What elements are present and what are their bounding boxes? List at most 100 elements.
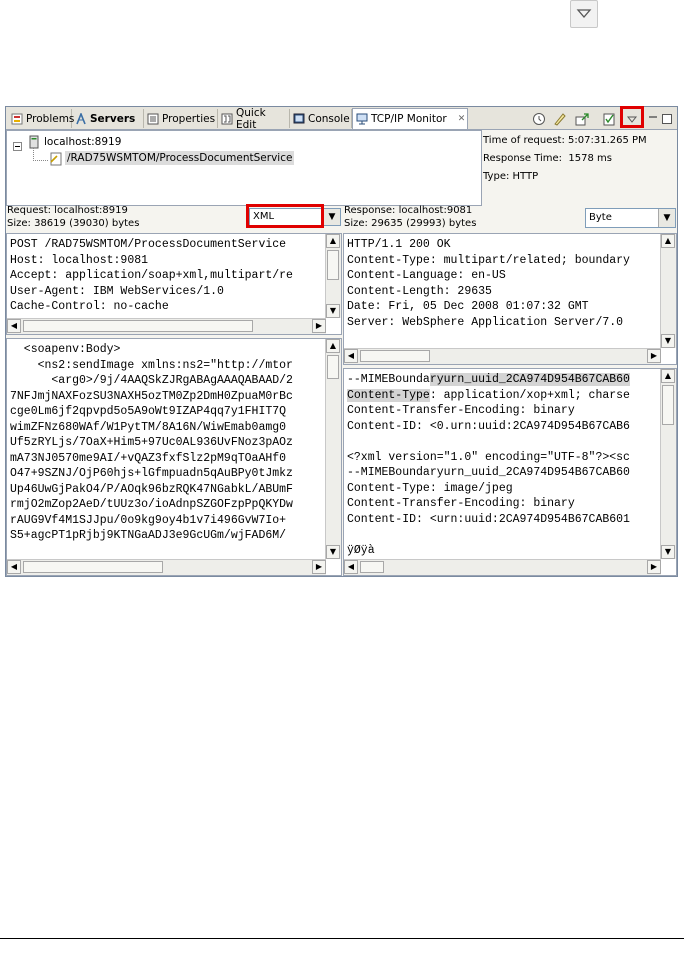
- text-line: ÿØÿà: [347, 543, 375, 557]
- close-icon[interactable]: ✕: [458, 114, 466, 124]
- vertical-scrollbar[interactable]: ▲ ▼: [325, 234, 341, 318]
- scroll-right-icon[interactable]: ▶: [312, 560, 326, 574]
- tree-host-label[interactable]: localhost:8919: [44, 136, 121, 148]
- connection-tree: localhost:8919 /RAD75WSMTOM/ProcessDocum…: [6, 130, 482, 206]
- text-line: O47+9SZNJ/OjP60hjs+lGfmpuadn5qAuBPy0tJmk…: [10, 467, 293, 480]
- scroll-up-icon[interactable]: ▲: [661, 369, 675, 383]
- highlight-box-view-menu: [620, 106, 644, 128]
- text-line: Content-Transfer-Encoding: binary: [347, 497, 575, 510]
- text-line: Server: WebSphere Application Server/7.0: [347, 315, 624, 329]
- request-headers-text: POST /RAD75WSMTOM/ProcessDocumentService…: [10, 237, 293, 315]
- text-line: HTTP/1.1 200 OK: [347, 238, 451, 251]
- connection-type: Type: HTTP: [483, 171, 539, 182]
- response-headers-pane[interactable]: HTTP/1.1 200 OK Content-Type: multipart/r…: [343, 233, 677, 365]
- horizontal-scrollbar[interactable]: ◀ ▶: [7, 559, 326, 575]
- tab-properties[interactable]: Properties: [144, 109, 218, 128]
- text-line: Content-Type: multipart/related; boundar…: [347, 253, 630, 267]
- problems-icon: [11, 113, 23, 125]
- tab-quick-edit[interactable]: Quick Edit: [218, 107, 290, 131]
- tab-servers[interactable]: Servers: [72, 109, 144, 128]
- text-line: Accept: application/soap+xml,multipart/r…: [10, 269, 293, 282]
- scroll-up-icon[interactable]: ▲: [326, 339, 340, 353]
- tree-connector: [33, 148, 48, 161]
- response-headers-text: HTTP/1.1 200 OK Content-Type: multipart/r…: [347, 237, 630, 330]
- vertical-scrollbar[interactable]: ▲ ▼: [325, 339, 341, 559]
- response-format-select[interactable]: Byte ▼: [585, 208, 676, 228]
- response-header-label: Response: localhost:9081: [344, 205, 473, 216]
- properties-check-icon[interactable]: [602, 111, 618, 126]
- text-line: rmjO2mZop2AeD/tUUz3o/ioAdnpSZGOFzpPpQKYD…: [10, 498, 293, 511]
- request-icon: [49, 151, 63, 170]
- view-menu-icon[interactable]: [570, 0, 598, 28]
- text-line: Content-ID: <0.urn:uuid:2CA974D954B67CAB…: [347, 419, 630, 433]
- scrollbar-thumb[interactable]: [327, 250, 339, 280]
- page-divider: [0, 938, 684, 939]
- chevron-down-icon[interactable]: ▼: [658, 209, 675, 227]
- scroll-right-icon[interactable]: ▶: [312, 319, 326, 333]
- maximize-icon[interactable]: [661, 111, 677, 125]
- scroll-down-icon[interactable]: ▼: [326, 304, 340, 318]
- console-icon: [293, 113, 305, 125]
- request-header-label: Request: localhost:8919: [7, 205, 128, 216]
- text-line: rAUG9Vf4M1SJJpu/0o9kg9oy4b1v7i496GvW7Io+: [10, 513, 287, 527]
- text-line: Content-Language: en-US: [347, 269, 506, 282]
- scroll-down-icon[interactable]: ▼: [661, 545, 675, 559]
- scrollbar-thumb[interactable]: [360, 350, 430, 362]
- request-headers-pane[interactable]: POST /RAD75WSMTOM/ProcessDocumentService…: [6, 233, 342, 335]
- text-line: Date: Fri, 05 Dec 2008 01:07:32 GMT: [347, 300, 589, 313]
- clear-icon[interactable]: [552, 111, 568, 126]
- tab-label: Console: [308, 112, 350, 125]
- scroll-down-icon[interactable]: ▼: [661, 334, 675, 348]
- scroll-down-icon[interactable]: ▼: [326, 545, 340, 559]
- scroll-up-icon[interactable]: ▲: [661, 234, 675, 248]
- tab-problems[interactable]: Problems: [8, 109, 75, 128]
- text-line: mA73NJ0570me9AI/+vQAZ3fxfSlz2pM9qTOaAHf0: [10, 451, 287, 465]
- servers-icon: [75, 111, 87, 125]
- text-line: --MIMEBoundaryurn_uuid_2CA974D954B67CAB6…: [347, 466, 630, 479]
- scroll-right-icon[interactable]: ▶: [647, 349, 661, 363]
- vertical-scrollbar[interactable]: ▲ ▼: [660, 234, 676, 348]
- tab-label: Problems: [26, 112, 75, 125]
- text-line: S5+agcPT1pRjbj9KTNGaADJ3e9GcUGm/wjFAD6M/: [10, 529, 287, 542]
- response-body-text: --MIMEBoundaryurn_uuid_2CA974D954B67CAB6…: [347, 372, 630, 558]
- tcpip-monitor-icon: [356, 113, 368, 125]
- tab-label: Properties: [162, 112, 216, 125]
- horizontal-scrollbar[interactable]: ◀ ▶: [344, 348, 661, 364]
- tab-tcpip-monitor[interactable]: TCP/IP Monitor ✕: [352, 108, 468, 129]
- scrollbar-thumb[interactable]: [662, 385, 674, 425]
- text-line: <arg0>/9j/4AAQSkZJRgABAgAAAQABAAD/2: [10, 374, 293, 387]
- horizontal-scrollbar[interactable]: ◀ ▶: [7, 318, 326, 334]
- highlight-box-xml: [246, 204, 324, 228]
- text-line: Content-ID: <urn:uuid:2CA974D954B67CAB60…: [347, 512, 630, 526]
- text-line: Content-Type: image/jpeg: [347, 481, 513, 495]
- response-body-pane[interactable]: --MIMEBoundaryurn_uuid_2CA974D954B67CAB6…: [343, 368, 677, 576]
- scroll-up-icon[interactable]: ▲: [326, 234, 340, 248]
- text-line: User-Agent: IBM WebServices/1.0: [10, 284, 224, 298]
- text-line: Content-Type: application/xop+xml; chars…: [347, 388, 630, 402]
- text-line: POST /RAD75WSMTOM/ProcessDocumentService: [10, 238, 287, 251]
- request-body-text: <soapenv:Body> <ns2:sendImage xmlns:ns2=…: [10, 342, 293, 544]
- scroll-right-icon[interactable]: ▶: [647, 560, 661, 574]
- scroll-left-icon[interactable]: ◀: [7, 319, 21, 333]
- tree-expand-icon[interactable]: [13, 137, 23, 156]
- horizontal-scrollbar[interactable]: ◀ ▶: [344, 559, 661, 575]
- scroll-left-icon[interactable]: ◀: [344, 349, 358, 363]
- scrollbar-thumb[interactable]: [23, 320, 253, 332]
- chevron-down-icon[interactable]: ▼: [323, 209, 340, 225]
- response-format-value: Byte: [589, 212, 612, 223]
- tree-service-label[interactable]: /RAD75WSMTOM/ProcessDocumentService: [65, 151, 295, 165]
- scrollbar-thumb[interactable]: [327, 355, 339, 379]
- export-icon[interactable]: [574, 111, 590, 126]
- scrollbar-thumb[interactable]: [360, 561, 384, 573]
- vertical-scrollbar[interactable]: ▲ ▼: [660, 369, 676, 559]
- history-icon[interactable]: [531, 111, 547, 125]
- text-line: <?xml version="1.0" encoding="UTF-8"?><s…: [347, 450, 630, 464]
- tcpip-monitor-view: Problems Servers Properties Quick Edit C…: [5, 106, 678, 577]
- tab-console[interactable]: Console: [290, 109, 352, 128]
- scroll-left-icon[interactable]: ◀: [7, 560, 21, 574]
- scroll-left-icon[interactable]: ◀: [344, 560, 358, 574]
- request-body-pane[interactable]: <soapenv:Body> <ns2:sendImage xmlns:ns2=…: [6, 338, 342, 576]
- text-line: Cache-Control: no-cache: [10, 300, 169, 313]
- scrollbar-thumb[interactable]: [23, 561, 163, 573]
- text-line: 7NFJmjNAXFozSU3NAXH5ozTM0Zp2DmH0ZpuaM0rB…: [10, 389, 293, 403]
